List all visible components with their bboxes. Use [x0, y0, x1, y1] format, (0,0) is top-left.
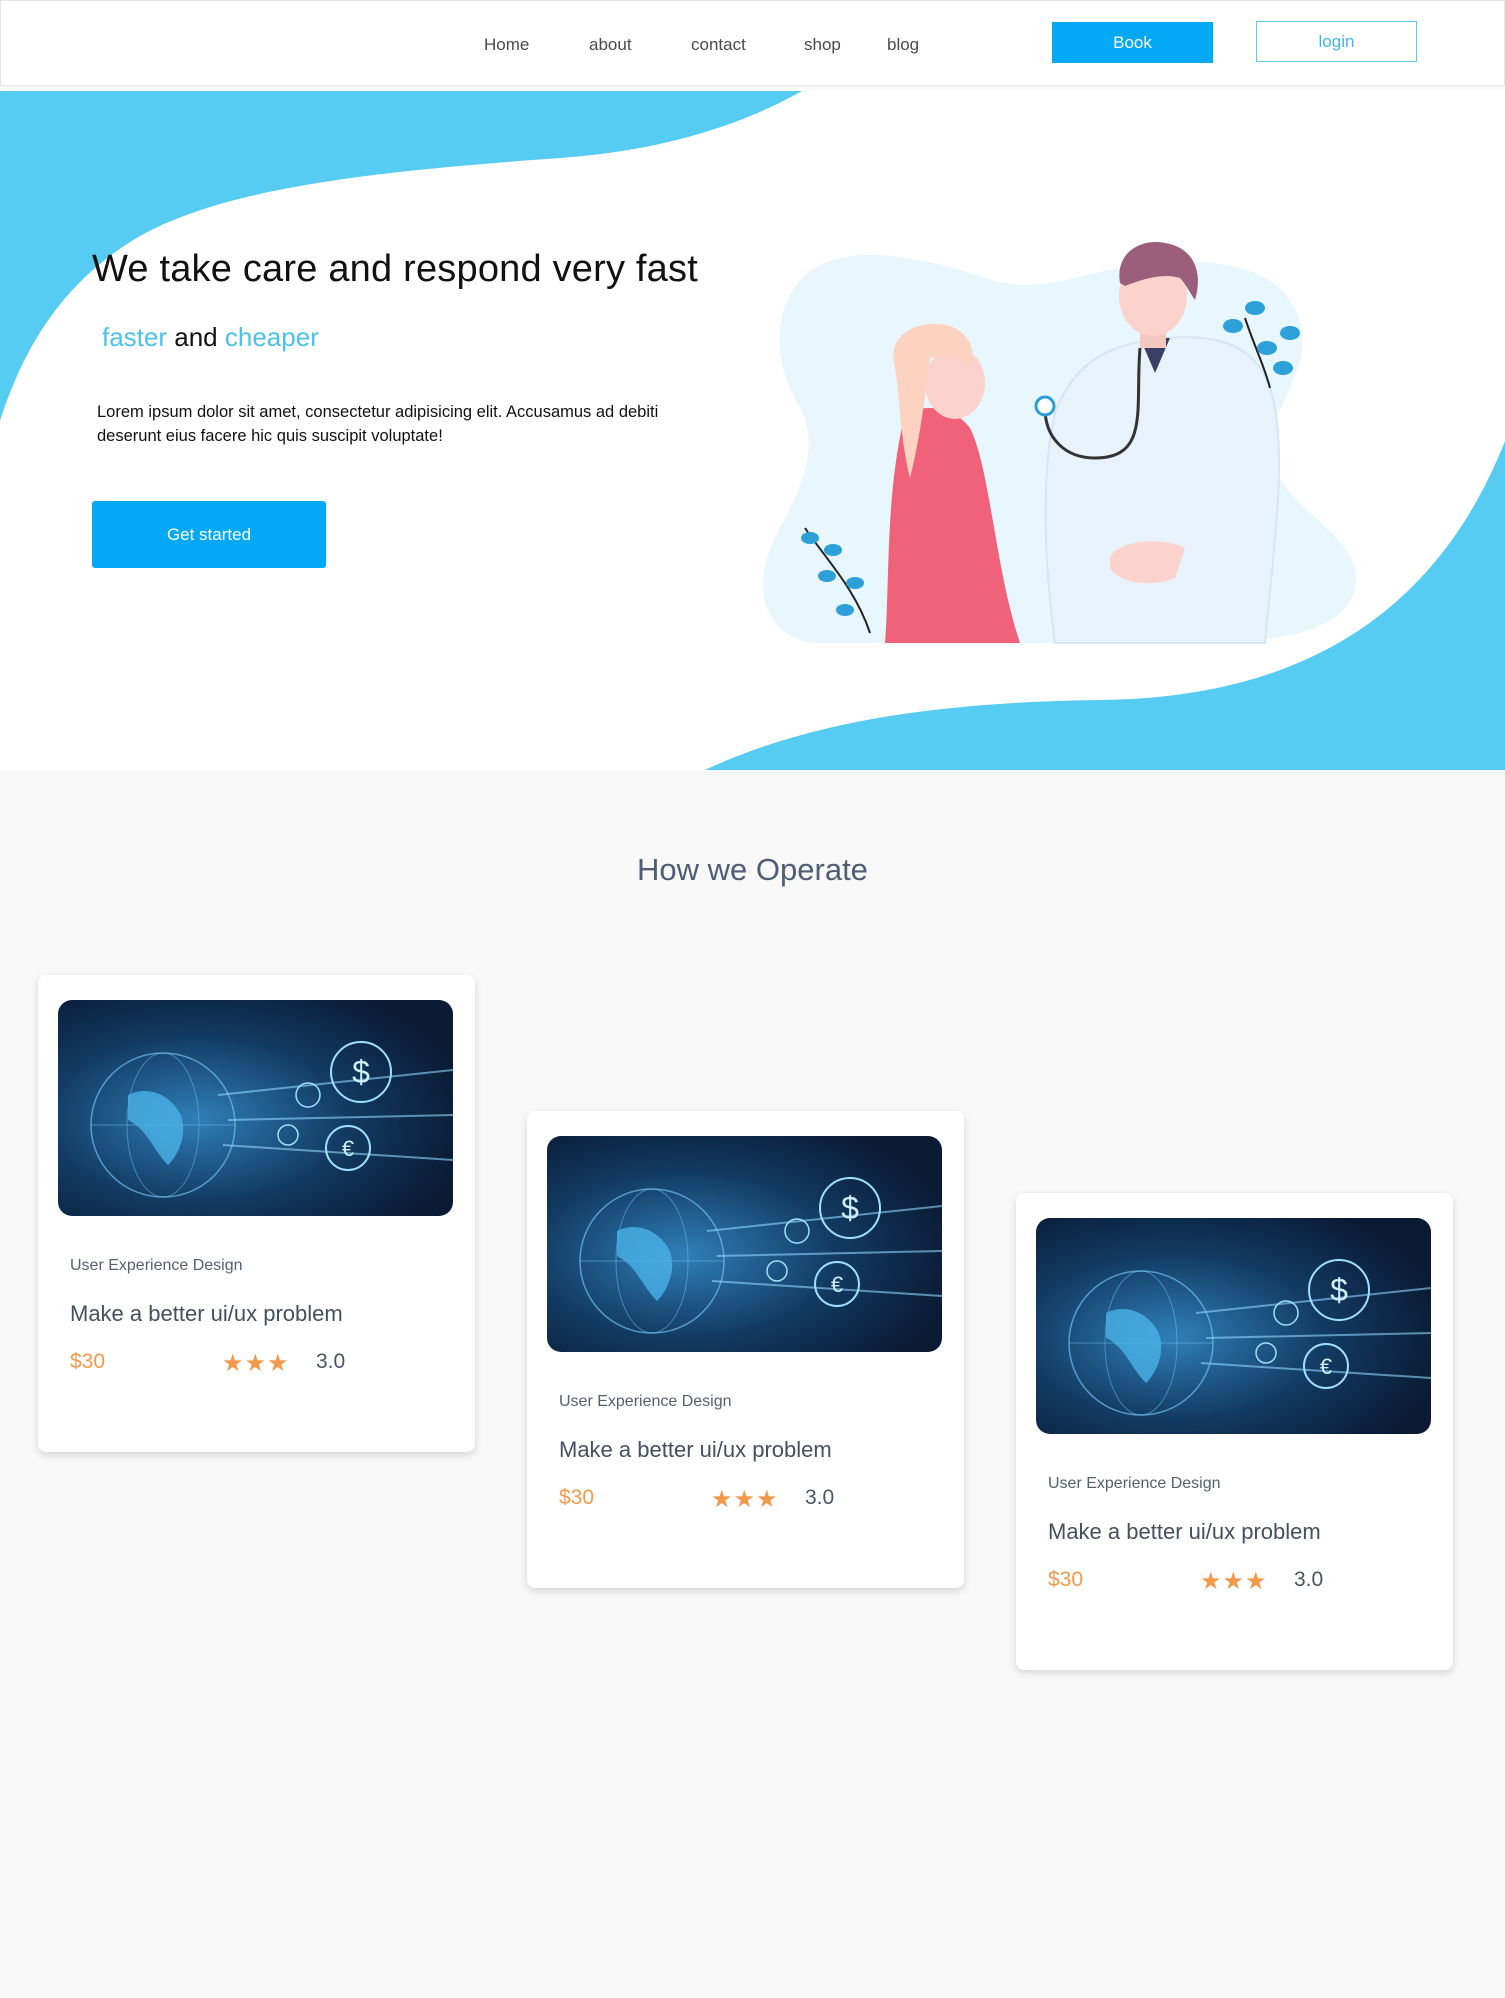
card-rating: 3.0: [316, 1350, 346, 1373]
globe-finance-image: $ €: [58, 1000, 453, 1216]
svg-text:$: $: [352, 1054, 370, 1090]
svg-text:$: $: [841, 1190, 859, 1226]
svg-text:$: $: [1330, 1272, 1348, 1308]
section-title: How we Operate: [637, 852, 868, 887]
card-category: User Experience Design: [559, 1393, 732, 1410]
nav-link-shop[interactable]: shop: [804, 35, 841, 55]
book-button[interactable]: Book: [1052, 22, 1213, 63]
card-title: Make a better ui/ux problem: [1048, 1519, 1321, 1544]
card-title: Make a better ui/ux problem: [70, 1301, 343, 1326]
hero-title: We take care and respond very fast: [92, 248, 698, 290]
card-price: $30: [559, 1486, 595, 1509]
course-card[interactable]: $ € User Experience Design Make a better…: [527, 1111, 964, 1588]
card-rating: 3.0: [805, 1486, 835, 1509]
nav-link-about[interactable]: about: [589, 35, 632, 55]
svg-text:€: €: [831, 1272, 843, 1297]
hero-subtitle-cheaper: cheaper: [224, 322, 319, 352]
card-category: User Experience Design: [70, 1257, 243, 1274]
doctor-patient-illustration: [763, 242, 1356, 644]
nav-link-contact[interactable]: contact: [691, 35, 746, 55]
nav-link-blog[interactable]: blog: [887, 35, 919, 55]
star-icon: ★★★: [711, 1486, 779, 1513]
globe-finance-image: $ €: [1036, 1218, 1431, 1434]
card-price: $30: [1048, 1568, 1084, 1591]
nav-link-home[interactable]: Home: [484, 35, 529, 55]
course-card[interactable]: $ € User Experience Design Make a better…: [1016, 1193, 1453, 1670]
top-navbar: Home about contact shop blog Book login: [0, 0, 1505, 86]
login-button[interactable]: login: [1256, 21, 1417, 62]
svg-text:€: €: [342, 1136, 354, 1161]
card-category: User Experience Design: [1048, 1475, 1221, 1492]
course-card[interactable]: $ € User Experience Design Make a better…: [38, 975, 475, 1452]
globe-finance-image: $ €: [547, 1136, 942, 1352]
star-icon: ★★★: [222, 1350, 290, 1377]
hero-section: We take care and respond very fast faste…: [0, 86, 1505, 770]
hero-subtitle: faster and cheaper: [102, 322, 319, 353]
star-icon: ★★★: [1200, 1568, 1268, 1595]
get-started-button[interactable]: Get started: [92, 501, 326, 568]
card-title: Make a better ui/ux problem: [559, 1437, 832, 1462]
svg-text:€: €: [1320, 1354, 1332, 1379]
hero-description: Lorem ipsum dolor sit amet, consectetur …: [97, 403, 659, 445]
card-rating: 3.0: [1294, 1568, 1324, 1591]
hero-subtitle-and: and: [174, 322, 218, 352]
hero-subtitle-faster: faster: [102, 322, 168, 352]
card-price: $30: [70, 1350, 106, 1373]
